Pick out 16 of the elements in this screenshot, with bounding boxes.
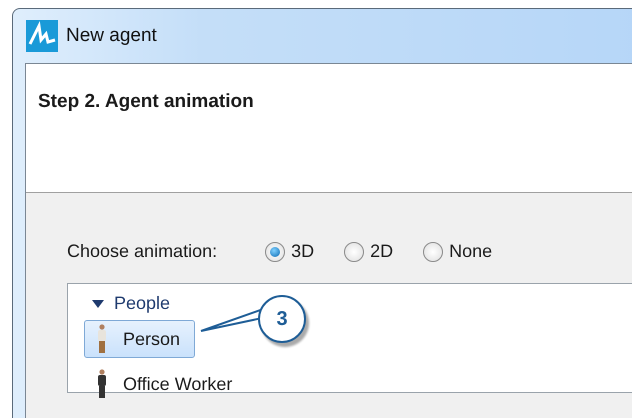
radio-label[interactable]: None — [449, 238, 492, 265]
radio-label[interactable]: 2D — [370, 238, 394, 265]
radio-button[interactable] — [344, 242, 364, 262]
list-item[interactable]: Office Worker — [84, 365, 248, 403]
person-figure-icon — [95, 324, 109, 354]
list-item[interactable]: Person — [84, 320, 196, 358]
group-label[interactable]: People — [114, 290, 170, 317]
radio-button[interactable] — [265, 242, 286, 262]
animation-label: Choose animation: — [67, 240, 218, 263]
radio-label[interactable]: 3D — [291, 238, 314, 265]
app-logo-icon — [26, 20, 58, 52]
step-title: Step 2. Agent animation — [38, 90, 255, 114]
expanded-caret-icon[interactable] — [92, 300, 104, 308]
window-title: New agent — [66, 24, 157, 48]
person-figure-icon — [95, 369, 109, 399]
radio-button[interactable] — [423, 242, 444, 262]
